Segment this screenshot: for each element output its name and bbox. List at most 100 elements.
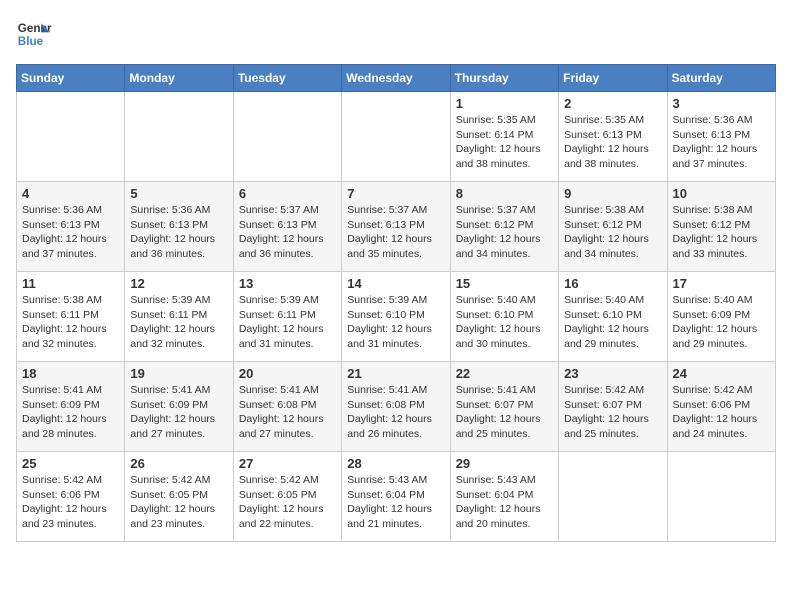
- calendar-week-5: 25Sunrise: 5:42 AMSunset: 6:06 PMDayligh…: [17, 452, 776, 542]
- day-info: Sunrise: 5:40 AMSunset: 6:09 PMDaylight:…: [673, 293, 770, 352]
- day-info: Sunrise: 5:37 AMSunset: 6:13 PMDaylight:…: [347, 203, 444, 262]
- day-info: Sunrise: 5:38 AMSunset: 6:12 PMDaylight:…: [564, 203, 661, 262]
- svg-text:Blue: Blue: [18, 35, 44, 48]
- day-number: 29: [456, 456, 553, 471]
- calendar-cell: [667, 452, 775, 542]
- day-info: Sunrise: 5:36 AMSunset: 6:13 PMDaylight:…: [130, 203, 227, 262]
- day-number: 19: [130, 366, 227, 381]
- header: General Blue: [16, 16, 776, 52]
- svg-text:General: General: [18, 22, 52, 35]
- day-number: 14: [347, 276, 444, 291]
- day-info: Sunrise: 5:38 AMSunset: 6:11 PMDaylight:…: [22, 293, 119, 352]
- calendar-cell: 11 Sunrise: 5:38 AMSunset: 6:11 PMDayligh…: [17, 272, 125, 362]
- calendar-week-4: 18 Sunrise: 5:41 AMSunset: 6:09 PMDayligh…: [17, 362, 776, 452]
- day-info: Sunrise: 5:42 AMSunset: 6:05 PMDaylight:…: [239, 473, 336, 532]
- calendar-cell: 28Sunrise: 5:43 AMSunset: 6:04 PMDayligh…: [342, 452, 450, 542]
- day-number: 20: [239, 366, 336, 381]
- day-info: Sunrise: 5:42 AMSunset: 6:06 PMDaylight:…: [673, 383, 770, 442]
- day-info: Sunrise: 5:37 AMSunset: 6:13 PMDaylight:…: [239, 203, 336, 262]
- day-info: Sunrise: 5:41 AMSunset: 6:07 PMDaylight:…: [456, 383, 553, 442]
- calendar-cell: [17, 92, 125, 182]
- day-info: Sunrise: 5:40 AMSunset: 6:10 PMDaylight:…: [456, 293, 553, 352]
- calendar-cell: 7Sunrise: 5:37 AMSunset: 6:13 PMDaylight…: [342, 182, 450, 272]
- day-number: 24: [673, 366, 770, 381]
- calendar-cell: 8Sunrise: 5:37 AMSunset: 6:12 PMDaylight…: [450, 182, 558, 272]
- day-number: 25: [22, 456, 119, 471]
- day-info: Sunrise: 5:41 AMSunset: 6:08 PMDaylight:…: [347, 383, 444, 442]
- day-number: 4: [22, 186, 119, 201]
- calendar: SundayMondayTuesdayWednesdayThursdayFrid…: [16, 64, 776, 542]
- day-info: Sunrise: 5:38 AMSunset: 6:12 PMDaylight:…: [673, 203, 770, 262]
- day-info: Sunrise: 5:36 AMSunset: 6:13 PMDaylight:…: [22, 203, 119, 262]
- calendar-cell: [125, 92, 233, 182]
- day-number: 21: [347, 366, 444, 381]
- column-header-thursday: Thursday: [450, 65, 558, 92]
- day-number: 9: [564, 186, 661, 201]
- calendar-cell: 23 Sunrise: 5:42 AMSunset: 6:07 PMDayligh…: [559, 362, 667, 452]
- column-header-saturday: Saturday: [667, 65, 775, 92]
- calendar-cell: [559, 452, 667, 542]
- day-info: Sunrise: 5:42 AMSunset: 6:05 PMDaylight:…: [130, 473, 227, 532]
- column-header-tuesday: Tuesday: [233, 65, 341, 92]
- calendar-cell: [342, 92, 450, 182]
- column-header-friday: Friday: [559, 65, 667, 92]
- calendar-cell: 2 Sunrise: 5:35 AMSunset: 6:13 PMDaylight…: [559, 92, 667, 182]
- day-number: 2: [564, 96, 661, 111]
- day-info: Sunrise: 5:39 AMSunset: 6:11 PMDaylight:…: [239, 293, 336, 352]
- calendar-cell: 18Sunrise: 5:41 AMSunset: 6:09 PMDayligh…: [17, 362, 125, 452]
- day-info: Sunrise: 5:36 AMSunset: 6:13 PMDaylight:…: [673, 113, 770, 172]
- day-number: 8: [456, 186, 553, 201]
- day-number: 3: [673, 96, 770, 111]
- day-info: Sunrise: 5:41 AMSunset: 6:09 PMDaylight:…: [130, 383, 227, 442]
- day-number: 1: [456, 96, 553, 111]
- day-info: Sunrise: 5:39 AMSunset: 6:11 PMDaylight:…: [130, 293, 227, 352]
- day-number: 22: [456, 366, 553, 381]
- calendar-cell: 5 Sunrise: 5:36 AMSunset: 6:13 PMDaylight…: [125, 182, 233, 272]
- calendar-cell: 29 Sunrise: 5:43 AMSunset: 6:04 PMDayligh…: [450, 452, 558, 542]
- day-number: 23: [564, 366, 661, 381]
- day-info: Sunrise: 5:40 AMSunset: 6:10 PMDaylight:…: [564, 293, 661, 352]
- calendar-cell: 1Sunrise: 5:35 AMSunset: 6:14 PMDaylight…: [450, 92, 558, 182]
- calendar-cell: 14 Sunrise: 5:39 AMSunset: 6:10 PMDayligh…: [342, 272, 450, 362]
- day-number: 6: [239, 186, 336, 201]
- calendar-week-3: 11 Sunrise: 5:38 AMSunset: 6:11 PMDayligh…: [17, 272, 776, 362]
- day-number: 15: [456, 276, 553, 291]
- day-number: 12: [130, 276, 227, 291]
- calendar-header-row: SundayMondayTuesdayWednesdayThursdayFrid…: [17, 65, 776, 92]
- day-number: 13: [239, 276, 336, 291]
- day-number: 27: [239, 456, 336, 471]
- calendar-cell: [233, 92, 341, 182]
- logo: General Blue: [16, 16, 52, 52]
- calendar-cell: 3 Sunrise: 5:36 AMSunset: 6:13 PMDaylight…: [667, 92, 775, 182]
- calendar-cell: 20 Sunrise: 5:41 AMSunset: 6:08 PMDayligh…: [233, 362, 341, 452]
- logo-icon: General Blue: [16, 16, 52, 52]
- column-header-wednesday: Wednesday: [342, 65, 450, 92]
- day-info: Sunrise: 5:42 AMSunset: 6:07 PMDaylight:…: [564, 383, 661, 442]
- day-info: Sunrise: 5:39 AMSunset: 6:10 PMDaylight:…: [347, 293, 444, 352]
- calendar-week-1: 1Sunrise: 5:35 AMSunset: 6:14 PMDaylight…: [17, 92, 776, 182]
- calendar-cell: 26 Sunrise: 5:42 AMSunset: 6:05 PMDayligh…: [125, 452, 233, 542]
- calendar-cell: 21 Sunrise: 5:41 AMSunset: 6:08 PMDayligh…: [342, 362, 450, 452]
- day-info: Sunrise: 5:41 AMSunset: 6:08 PMDaylight:…: [239, 383, 336, 442]
- calendar-cell: 6 Sunrise: 5:37 AMSunset: 6:13 PMDaylight…: [233, 182, 341, 272]
- calendar-cell: 24 Sunrise: 5:42 AMSunset: 6:06 PMDayligh…: [667, 362, 775, 452]
- calendar-cell: 4 Sunrise: 5:36 AMSunset: 6:13 PMDaylight…: [17, 182, 125, 272]
- calendar-cell: 15 Sunrise: 5:40 AMSunset: 6:10 PMDayligh…: [450, 272, 558, 362]
- day-number: 5: [130, 186, 227, 201]
- day-number: 26: [130, 456, 227, 471]
- day-number: 18: [22, 366, 119, 381]
- day-info: Sunrise: 5:35 AMSunset: 6:13 PMDaylight:…: [564, 113, 661, 172]
- calendar-cell: 16 Sunrise: 5:40 AMSunset: 6:10 PMDayligh…: [559, 272, 667, 362]
- day-number: 11: [22, 276, 119, 291]
- column-header-sunday: Sunday: [17, 65, 125, 92]
- calendar-cell: 13 Sunrise: 5:39 AMSunset: 6:11 PMDayligh…: [233, 272, 341, 362]
- calendar-cell: 27 Sunrise: 5:42 AMSunset: 6:05 PMDayligh…: [233, 452, 341, 542]
- day-number: 17: [673, 276, 770, 291]
- calendar-cell: 17 Sunrise: 5:40 AMSunset: 6:09 PMDayligh…: [667, 272, 775, 362]
- calendar-cell: 12 Sunrise: 5:39 AMSunset: 6:11 PMDayligh…: [125, 272, 233, 362]
- calendar-cell: 10 Sunrise: 5:38 AMSunset: 6:12 PMDayligh…: [667, 182, 775, 272]
- day-info: Sunrise: 5:43 AMSunset: 6:04 PMDaylight:…: [456, 473, 553, 532]
- day-number: 10: [673, 186, 770, 201]
- calendar-week-2: 4 Sunrise: 5:36 AMSunset: 6:13 PMDaylight…: [17, 182, 776, 272]
- day-number: 16: [564, 276, 661, 291]
